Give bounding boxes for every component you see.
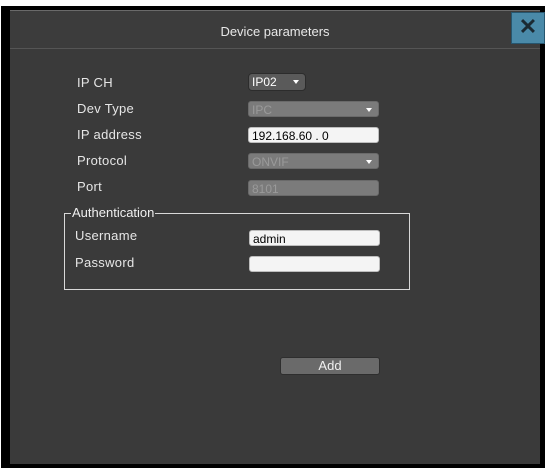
close-button[interactable]: ✕ — [511, 12, 545, 44]
username-input[interactable]: admin — [249, 230, 380, 246]
dev-type-select: IPC — [248, 101, 379, 117]
chevron-down-icon — [366, 160, 372, 164]
close-icon: ✕ — [518, 14, 538, 39]
password-input[interactable] — [249, 256, 380, 272]
port-value: 8101 — [252, 182, 279, 196]
protocol-label: Protocol — [77, 153, 128, 168]
password-label: Password — [75, 255, 135, 270]
username-label: Username — [75, 228, 138, 243]
title-bar: Device parameters — [10, 10, 540, 49]
ip-ch-label: IP CH — [77, 75, 113, 90]
dev-type-label: Dev Type — [77, 101, 135, 116]
dev-type-value: IPC — [252, 103, 273, 117]
chevron-down-icon — [293, 80, 299, 84]
ip-address-input[interactable]: 192.168.60 . 0 — [248, 127, 379, 143]
ip-ch-value: IP02 — [252, 75, 277, 89]
protocol-value: ONVIF — [252, 155, 289, 169]
ip-ch-select[interactable]: IP02 — [248, 73, 306, 91]
authentication-legend: Authentication — [71, 205, 156, 220]
ip-address-label: IP address — [77, 127, 142, 142]
add-button[interactable]: Add — [280, 357, 380, 375]
chevron-down-icon — [366, 108, 372, 112]
protocol-select: ONVIF — [248, 153, 379, 169]
form-panel: IP CH IP02 Dev Type IPC IP address 192.1… — [10, 48, 540, 464]
device-parameters-dialog: Device parameters ✕ IP CH IP02 Dev Type … — [1, 6, 545, 468]
authentication-group: Authentication Username admin Password — [64, 205, 410, 290]
username-value: admin — [253, 232, 286, 246]
port-label: Port — [77, 179, 103, 194]
ip-address-value: 192.168.60 . 0 — [252, 129, 329, 143]
dialog-title: Device parameters — [220, 24, 330, 39]
port-input: 8101 — [248, 180, 379, 196]
